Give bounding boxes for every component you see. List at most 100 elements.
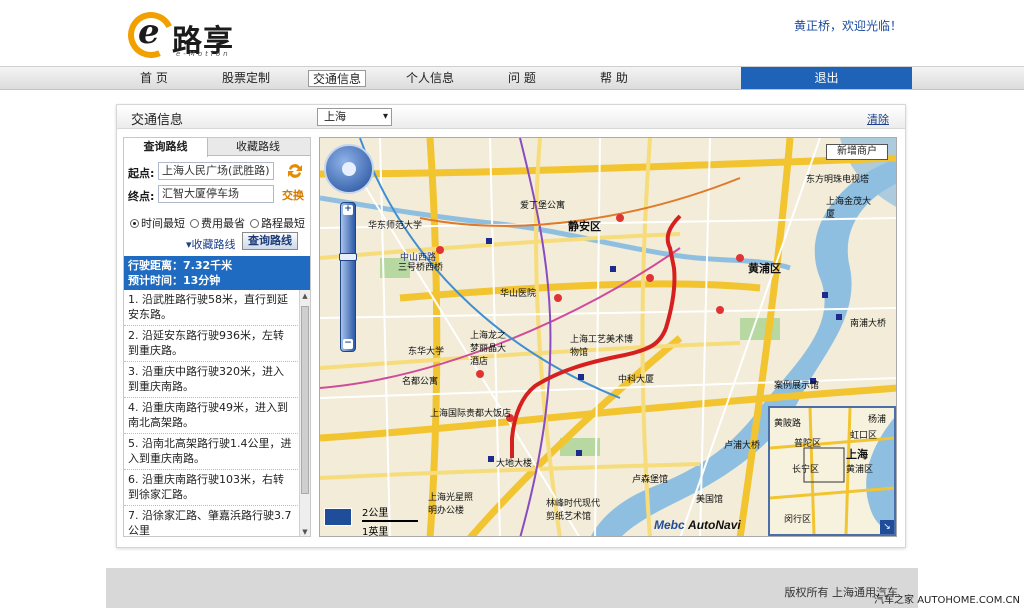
start-label: 起点: (128, 167, 155, 180)
map-label: 上海金茂大厦 (826, 197, 872, 220)
overview-label: 杨浦 (868, 415, 887, 425)
nav-home[interactable]: 首 页 (136, 70, 172, 87)
steps-scrollbar[interactable]: ▲ ▼ (299, 290, 310, 536)
scroll-down-icon[interactable]: ▼ (300, 526, 310, 536)
map-label: 美国馆 (696, 495, 724, 505)
scale-line (362, 520, 418, 522)
route-steps: 1. 沿武胜路行驶58米，直行到延安东路。 2. 沿延安东路行驶936米，左转到… (124, 290, 298, 536)
map-label: 南浦大桥 (850, 319, 887, 329)
radio-dot (190, 219, 199, 228)
map-label: 上海龙之梦丽晶大酒店 (470, 331, 507, 367)
overview-label: 黄浦区 (846, 465, 874, 475)
route-step: 2. 沿延安东路行驶936米，左转到重庆路。 (124, 324, 298, 362)
zoom-slider[interactable]: + − (339, 202, 357, 352)
query-route-button[interactable]: 查询路线 (242, 232, 298, 250)
tab-query-route[interactable]: 查询路线 (124, 138, 208, 157)
end-label: 终点: (128, 190, 155, 203)
route-summary: 行驶距离：7.32千米 预计时间：13分钟 (124, 256, 310, 290)
map-provider-logo: Mebc AutoNavi (654, 518, 741, 532)
map-label: 林峰时代现代剪纸艺术馆 (546, 499, 601, 522)
zoom-handle[interactable] (339, 253, 357, 261)
route-distance: 行驶距离：7.32千米 (128, 259, 233, 272)
option-label: 路程最短 (261, 217, 305, 230)
map-view[interactable]: 静安区 黄浦区 中山西路 三号桥西桥 华东师范大学 东华大学 名都公寓 上海龙之… (319, 137, 897, 537)
map-label: 中科大厦 (618, 375, 655, 385)
provider-a: Mebc (654, 518, 685, 532)
overview-label: 长宁区 (792, 465, 820, 475)
map-label: 卢森堡馆 (632, 475, 669, 485)
logo-subtitle: e-Motion (176, 50, 231, 58)
route-sidebar: 查询路线 收藏路线 起点: 上海人民广场(武胜路) 终点: 汇智大厦停车场 交换… (123, 137, 311, 537)
map-label: 上海光星照明办公楼 (428, 493, 474, 516)
map-label: 东华大学 (408, 347, 445, 357)
collapse-overview-icon[interactable]: ↘ (880, 520, 894, 534)
option-cheapest[interactable]: 费用最省 (190, 215, 245, 231)
swap-label[interactable]: 交换 (282, 187, 304, 203)
map-label: 案例展示馆 (774, 381, 820, 391)
route-step: 1. 沿武胜路行驶58米，直行到延安东路。 (124, 290, 298, 326)
route-step: 6. 沿重庆南路行驶103米，右转到徐家汇路。 (124, 468, 298, 506)
start-input[interactable]: 上海人民广场(武胜路) (158, 162, 274, 180)
pan-control[interactable] (324, 144, 374, 194)
nav-faq[interactable]: 问 题 (504, 70, 540, 87)
option-shortest[interactable]: 路程最短 (250, 215, 305, 231)
scale-metric: 2公里 (362, 508, 389, 519)
map-label: 上海国际贵都大饭店 (430, 409, 512, 419)
scale-imperial: 1英里 (362, 527, 389, 537)
nav-help[interactable]: 帮 助 (596, 70, 632, 87)
overview-label: 黄陂路 (774, 419, 802, 429)
logo[interactable]: e 路享 e-Motion (121, 5, 248, 65)
route-tabs: 查询路线 收藏路线 (124, 138, 310, 157)
panel-header: 交通信息 上海 清除 (117, 105, 905, 129)
nav-stock[interactable]: 股票定制 (218, 70, 274, 87)
route-time: 预计时间：13分钟 (128, 274, 221, 287)
nav-profile[interactable]: 个人信息 (402, 70, 458, 87)
map-label: 名都公寓 (402, 377, 439, 387)
option-label: 费用最省 (201, 217, 245, 230)
main-nav: 首 页 股票定制 交通信息 个人信息 问 题 帮 助 退出 (0, 66, 1024, 90)
route-step: 3. 沿重庆中路行驶320米，进入到重庆南路。 (124, 360, 298, 398)
overview-label: 普陀区 (794, 439, 822, 449)
map-label: 大地大楼 (496, 459, 533, 469)
route-step: 4. 沿重庆南路行驶49米，进入到南北高架路。 (124, 396, 298, 434)
overview-map[interactable]: 普陀区 虹口区 长宁区 上海 黄浦区 闵行区 黄陂路 杨浦 ↘ (768, 406, 896, 536)
pan-center-icon[interactable] (342, 162, 356, 176)
clear-link[interactable]: 清除 (867, 111, 889, 127)
tab-saved-routes[interactable]: 收藏路线 (216, 138, 300, 156)
scroll-up-icon[interactable]: ▲ (300, 290, 310, 302)
scroll-thumb[interactable] (301, 306, 309, 494)
logout-button[interactable]: 退出 (741, 67, 912, 89)
zoom-in-icon[interactable]: + (343, 205, 353, 215)
option-label: 时间最短 (141, 217, 185, 230)
radio-dot (250, 219, 259, 228)
map-label: 上海工艺美术博物馆 (570, 335, 634, 358)
favorite-route-link[interactable]: ▾收藏路线 (186, 236, 236, 252)
panel-title: 交通信息 (131, 113, 184, 128)
swap-icon[interactable] (286, 162, 304, 180)
city-select[interactable]: 上海 (317, 108, 392, 126)
route-step: 7. 沿徐家汇路、肇嘉浜路行驶3.7公里 (124, 504, 298, 536)
map-label: 卢浦大桥 (724, 441, 761, 451)
zoom-out-icon[interactable]: − (343, 339, 353, 349)
welcome-message: 黄正桥，欢迎光临！ (793, 19, 902, 33)
map-label: 华东师范大学 (368, 221, 423, 231)
map-label: 三号桥西桥 (398, 263, 444, 273)
logo-letter: e (138, 12, 160, 52)
add-merchant-button[interactable]: 新增商户 (826, 144, 888, 160)
route-step: 5. 沿南北高架路行驶1.4公里，进入到重庆南路。 (124, 432, 298, 470)
overview-label: 虹口区 (850, 431, 878, 441)
map-label: 爱丁堡公寓 (520, 201, 566, 211)
map-label: 黄浦区 (748, 262, 781, 275)
traffic-panel: 交通信息 上海 清除 查询路线 收藏路线 起点: 上海人民广场(武胜路) 终点:… (116, 104, 906, 548)
watermark: 汽车之家 AUTOHOME.COM.CN (874, 595, 1020, 606)
map-label: 华山医院 (500, 289, 537, 299)
end-input[interactable]: 汇智大厦停车场 (158, 185, 274, 203)
nav-traffic[interactable]: 交通信息 (308, 70, 367, 87)
map-label: 东方明珠电视塔 (806, 175, 870, 185)
radio-dot (130, 219, 139, 228)
provider-b: AutoNavi (688, 518, 741, 532)
option-fastest[interactable]: 时间最短 (130, 215, 185, 231)
map-type-icon[interactable] (324, 508, 352, 526)
overview-label: 上海 (846, 448, 868, 461)
map-label: 静安区 (568, 220, 601, 233)
